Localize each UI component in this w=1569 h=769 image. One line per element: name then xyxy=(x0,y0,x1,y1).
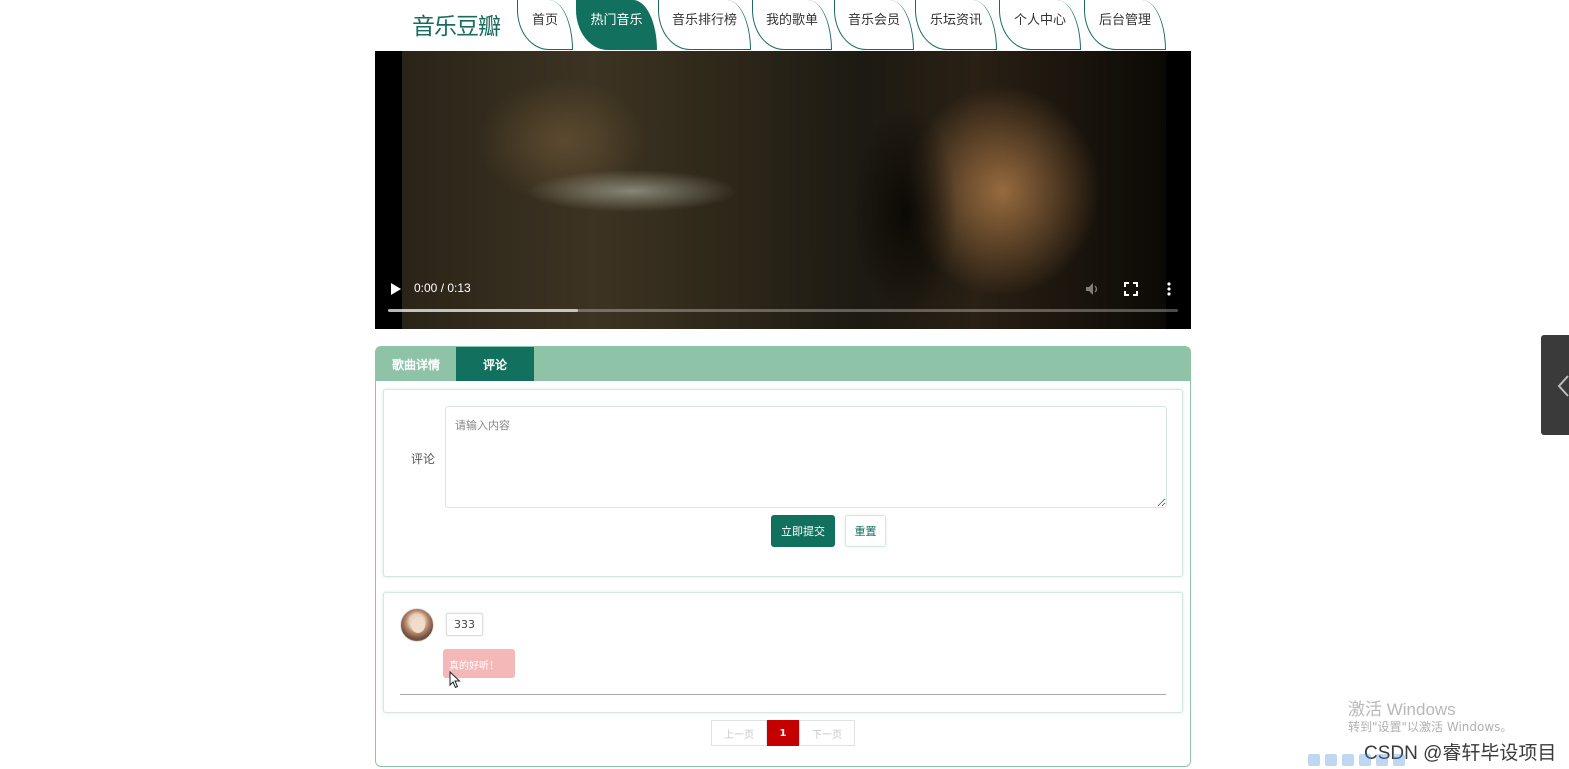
comment-username: 333 xyxy=(446,613,483,636)
nav-item-label: 我的歌单 xyxy=(765,13,818,28)
nav-item-ranking[interactable]: 音乐排行榜 xyxy=(658,0,751,50)
comment-list: 333 真的好听！ xyxy=(383,592,1183,713)
reset-button[interactable]: 重置 xyxy=(845,515,886,547)
nav-item-hot-music[interactable]: 热门音乐 xyxy=(576,0,657,50)
avatar-face xyxy=(411,617,425,633)
ime-icon xyxy=(1376,754,1388,766)
side-drawer-handle[interactable] xyxy=(1541,335,1569,435)
song-panel: 歌曲详情 评论 评论 立即提交 重置 333 真的好听！ 上一页 1 下一页 xyxy=(375,346,1191,767)
ime-icon xyxy=(1393,754,1405,766)
comment-input[interactable] xyxy=(445,406,1167,508)
ime-icon xyxy=(1342,754,1354,766)
nav-item-label: 音乐会员 xyxy=(847,13,900,28)
nav-item-label: 后台管理 xyxy=(1098,13,1151,28)
comment-label: 评论 xyxy=(411,452,436,466)
nav-item-label: 乐坛资讯 xyxy=(929,13,982,28)
play-icon[interactable] xyxy=(390,282,402,296)
tab-comments[interactable]: 评论 xyxy=(456,347,534,381)
nav-item-music-news[interactable]: 乐坛资讯 xyxy=(915,0,997,50)
nav-item-my-playlist[interactable]: 我的歌单 xyxy=(752,0,832,50)
nav-item-label: 热门音乐 xyxy=(590,13,643,28)
video-time: 0:00 / 0:13 xyxy=(414,281,471,295)
windows-activation-subtitle: 转到"设置"以激活 Windows。 xyxy=(1348,720,1513,734)
video-frame xyxy=(402,51,1166,329)
pagination: 上一页 1 下一页 xyxy=(711,720,855,746)
ime-toolbar xyxy=(1308,754,1468,768)
nav-item-admin[interactable]: 后台管理 xyxy=(1084,0,1166,50)
nav-item-user-center[interactable]: 个人中心 xyxy=(999,0,1081,50)
more-options-icon[interactable] xyxy=(1166,281,1172,297)
tab-song-details[interactable]: 歌曲详情 xyxy=(376,347,456,381)
video-frame-figure xyxy=(845,71,985,329)
video-progress-bar[interactable] xyxy=(388,309,1178,312)
mouse-cursor-icon xyxy=(449,671,461,689)
submit-button[interactable]: 立即提交 xyxy=(771,515,835,547)
prev-page-button[interactable]: 上一页 xyxy=(711,720,767,746)
windows-activation-title: 激活 Windows xyxy=(1348,700,1456,719)
comment-form: 评论 立即提交 重置 xyxy=(383,389,1183,577)
fullscreen-icon[interactable] xyxy=(1124,282,1138,296)
top-nav: 音乐豆瓣 首页 热门音乐 音乐排行榜 我的歌单 音乐会员 乐坛资讯 个人中心 后… xyxy=(375,0,1191,51)
comment-divider xyxy=(400,694,1166,695)
tab-bar: 歌曲详情 评论 xyxy=(376,347,1190,381)
ime-icon xyxy=(1308,754,1320,766)
tab-label: 歌曲详情 xyxy=(391,357,440,372)
tab-label: 评论 xyxy=(482,357,507,372)
nav-item-label: 音乐排行榜 xyxy=(671,13,737,28)
ime-icon xyxy=(1359,754,1371,766)
chevron-left-icon xyxy=(1557,375,1569,397)
next-page-button[interactable]: 下一页 xyxy=(799,720,855,746)
nav-item-membership[interactable]: 音乐会员 xyxy=(834,0,914,50)
nav-item-home[interactable]: 首页 xyxy=(517,0,573,50)
video-progress-fill xyxy=(388,309,578,312)
nav-item-label: 首页 xyxy=(531,13,558,28)
ime-icon xyxy=(1325,754,1337,766)
volume-icon[interactable] xyxy=(1084,281,1100,297)
nav-item-label: 个人中心 xyxy=(1013,13,1066,28)
site-logo[interactable]: 音乐豆瓣 xyxy=(412,7,501,41)
video-player[interactable]: 0:00 / 0:13 xyxy=(375,51,1191,329)
page-number-current[interactable]: 1 xyxy=(767,720,799,746)
avatar xyxy=(400,608,434,642)
